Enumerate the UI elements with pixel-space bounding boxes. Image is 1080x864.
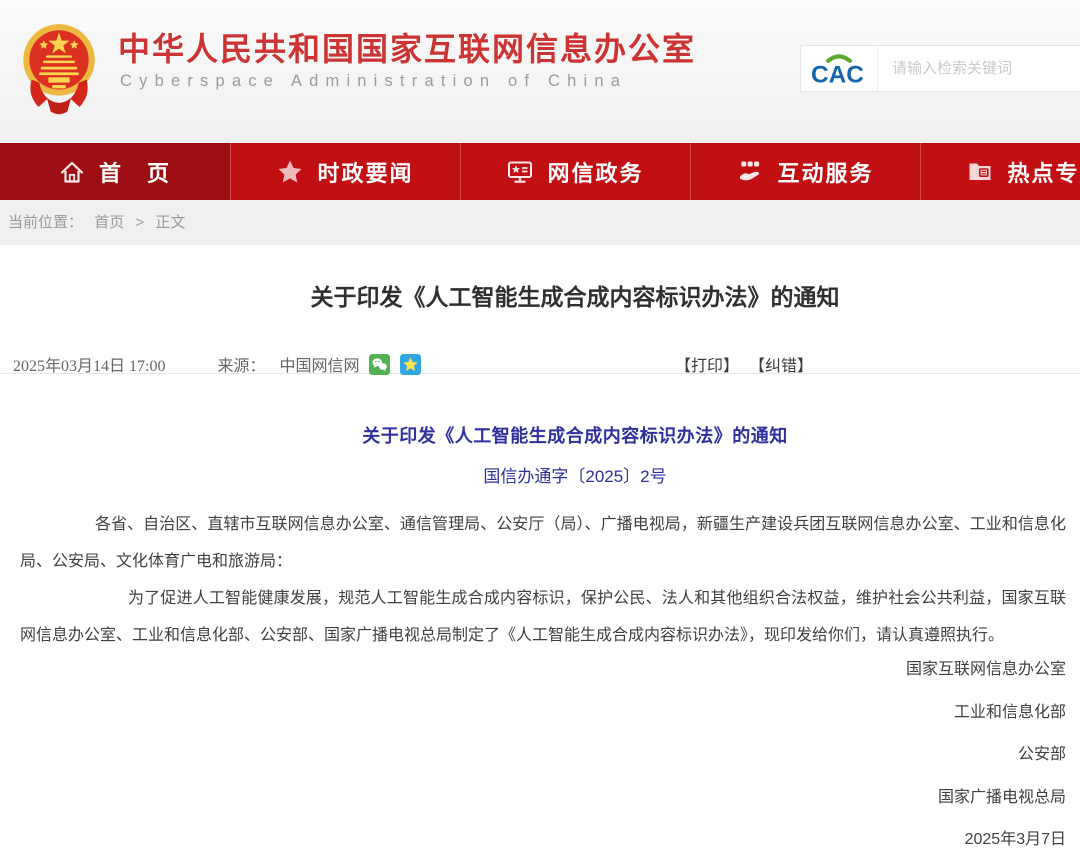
- article-actions: 【打印】 【纠错】: [675, 352, 819, 376]
- breadcrumb-separator: >: [135, 214, 144, 231]
- national-emblem-icon: [21, 21, 97, 117]
- nav-item-egov[interactable]: 网信政务: [460, 143, 690, 200]
- nav-label: 互动服务: [777, 156, 873, 188]
- nav-label: 首 页: [99, 156, 171, 188]
- monitor-icon: [507, 159, 533, 185]
- nav-label: 网信政务: [547, 156, 643, 188]
- article-meta-left: 2025年03月14日 17:00 来源： 中国网信网: [13, 352, 421, 376]
- cac-logo-text: CAC: [811, 61, 864, 87]
- folder-icon: [967, 159, 993, 185]
- correct-button[interactable]: 【纠错】: [749, 358, 813, 375]
- cac-logo-icon: CAC: [810, 50, 868, 88]
- print-button[interactable]: 【打印】: [675, 358, 739, 375]
- site-subtitle-english: Cyberspace Administration of China: [120, 72, 627, 91]
- site-header: 中华人民共和国国家互联网信息办公室 Cyberspace Administrat…: [0, 0, 1080, 143]
- breadcrumb-current: 正文: [155, 214, 185, 231]
- nav-item-news[interactable]: 时政要闻: [230, 143, 460, 200]
- main-nav: 首 页 时政要闻 网信政务: [0, 143, 1080, 200]
- signature-line: 公安部: [20, 734, 1066, 777]
- nav-item-interactive[interactable]: 互动服务: [690, 143, 920, 200]
- signature-line: 工业和信息化部: [20, 692, 1066, 735]
- source-label: 来源：: [217, 352, 265, 376]
- signature-date: 2025年3月7日: [20, 819, 1066, 862]
- service-hands-icon: [737, 159, 763, 185]
- page-title: 关于印发《人工智能生成合成内容标识办法》的通知: [0, 281, 1080, 313]
- cac-logo: CAC: [801, 50, 877, 88]
- search-input[interactable]: [877, 46, 1080, 91]
- signature-line: 国家广播电视总局: [20, 777, 1066, 820]
- nav-item-topics[interactable]: 热点专题: [920, 143, 1080, 200]
- site-title: 中华人民共和国国家互联网信息办公室: [118, 24, 696, 70]
- signature-block: 国家互联网信息办公室 工业和信息化部 公安部 国家广播电视总局 2025年3月7…: [20, 649, 1066, 862]
- signature-line: 国家互联网信息办公室: [20, 649, 1066, 692]
- nav-label: 热点专题: [1007, 156, 1080, 188]
- search-box: CAC: [800, 45, 1080, 92]
- paragraph: 为了促进人工智能健康发展，规范人工智能生成合成内容标识，保护公民、法人和其他组织…: [20, 580, 1066, 654]
- wechat-share-icon[interactable]: [369, 354, 390, 375]
- star-icon: [277, 159, 303, 185]
- publish-date: 2025年03月14日 17:00: [13, 352, 165, 376]
- article-body: 各省、自治区、直辖市互联网信息办公室、通信管理局、公安厅（局）、广播电视局，新疆…: [20, 506, 1066, 654]
- breadcrumb-home-link[interactable]: 首页: [94, 214, 124, 231]
- page: 中华人民共和国国家互联网信息办公室 Cyberspace Administrat…: [0, 0, 1080, 862]
- nav-item-home[interactable]: 首 页: [0, 143, 230, 200]
- home-icon: [59, 159, 85, 185]
- nav-label: 时政要闻: [317, 156, 413, 188]
- breadcrumb-prefix: 当前位置：: [8, 214, 83, 231]
- source-name: 中国网信网: [279, 352, 359, 376]
- article-meta-row: 2025年03月14日 17:00 来源： 中国网信网 【打印】 【纠错】: [0, 352, 1080, 374]
- qzone-share-icon[interactable]: [400, 354, 421, 375]
- breadcrumb: 当前位置： 首页 > 正文: [0, 200, 1080, 245]
- document-title: 关于印发《人工智能生成合成内容标识办法》的通知: [0, 423, 1080, 449]
- document-number: 国信办通字〔2025〕2号: [0, 466, 1080, 488]
- paragraph: 各省、自治区、直辖市互联网信息办公室、通信管理局、公安厅（局）、广播电视局，新疆…: [20, 506, 1066, 580]
